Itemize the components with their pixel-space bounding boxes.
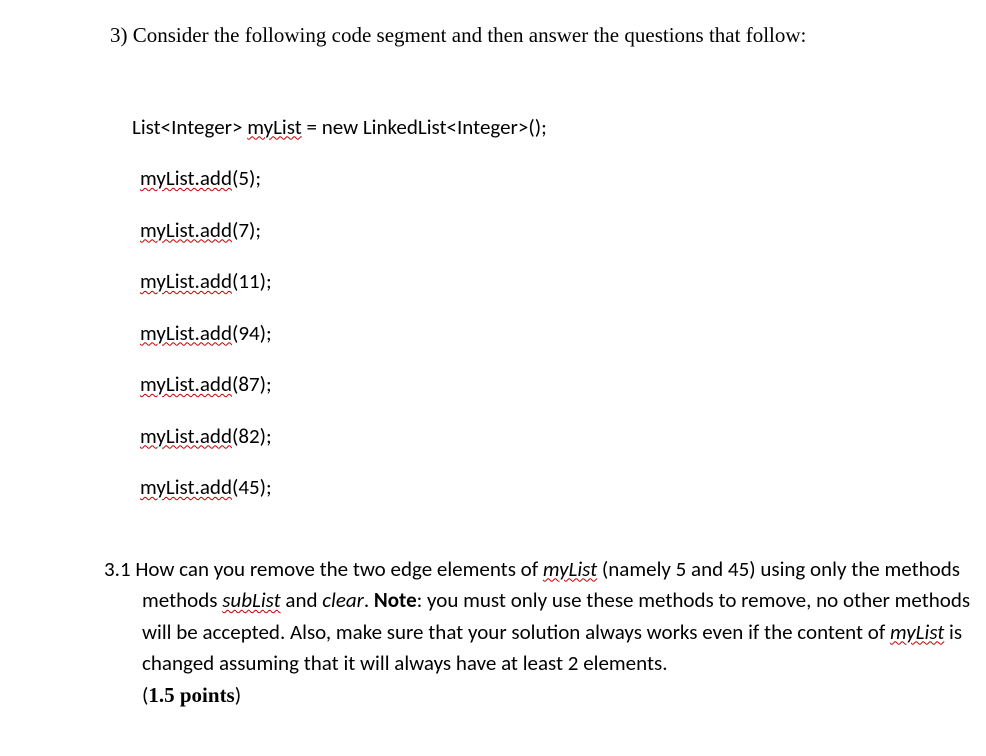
code-decl-suffix: = new LinkedList<Integer>(); [302, 114, 547, 140]
code-arg: (82); [232, 423, 272, 449]
code-line: myList.add(94); [140, 318, 926, 350]
points-text: 1.5 points [148, 683, 234, 707]
code-declaration: List<Integer> myList = new LinkedList<In… [132, 112, 926, 144]
sq-text: How can you remove the two edge elements… [131, 556, 543, 582]
code-arg: (11); [232, 268, 272, 294]
sq-text: and [281, 587, 323, 613]
code-call: myList.add [140, 320, 232, 346]
code-line: myList.add(87); [140, 369, 926, 401]
code-call: myList.add [140, 423, 232, 449]
code-call: myList.add [140, 371, 232, 397]
code-call: myList.add [140, 217, 232, 243]
question-intro-text: Consider the following code segment and … [133, 23, 807, 47]
code-call: myList.add [140, 165, 232, 191]
code-arg: (87); [232, 371, 272, 397]
sq-var: subList [222, 587, 280, 613]
question-intro: 3) Consider the following code segment a… [110, 20, 926, 52]
sq-var: myList [890, 619, 944, 645]
code-line: myList.add(7); [140, 215, 926, 247]
code-arg: (5); [232, 165, 261, 191]
code-block: List<Integer> myList = new LinkedList<In… [110, 112, 926, 504]
question-block: 3) Consider the following code segment a… [0, 20, 986, 504]
code-line: myList.add(5); [140, 163, 926, 195]
code-arg: (45); [232, 474, 272, 500]
sq-text: (namely 5 and 45) using only the methods [597, 556, 960, 582]
code-call: myList.add [140, 474, 232, 500]
code-arg: (94); [232, 320, 272, 346]
note-label: Note [374, 587, 417, 613]
code-decl-var: myList [247, 114, 302, 140]
sq-text: . [364, 587, 374, 613]
sq-var: myList [543, 556, 597, 582]
code-line: myList.add(45); [140, 472, 926, 504]
sq-text: methods [142, 587, 222, 613]
question-number: 3) [110, 23, 128, 47]
points-close: ) [235, 682, 241, 708]
subquestion-number: 3.1 [104, 556, 131, 582]
code-arg: (7); [232, 217, 261, 243]
subquestion-block: 3.1 How can you remove the two edge elem… [0, 554, 986, 712]
code-call: myList.add [140, 268, 232, 294]
sq-hang: methods subList and clear. Note: you mus… [104, 585, 986, 711]
code-line: myList.add(82); [140, 421, 926, 453]
code-line: myList.add(11); [140, 266, 926, 298]
sq-var: clear [322, 587, 364, 613]
code-decl-prefix: List<Integer> [132, 114, 247, 140]
